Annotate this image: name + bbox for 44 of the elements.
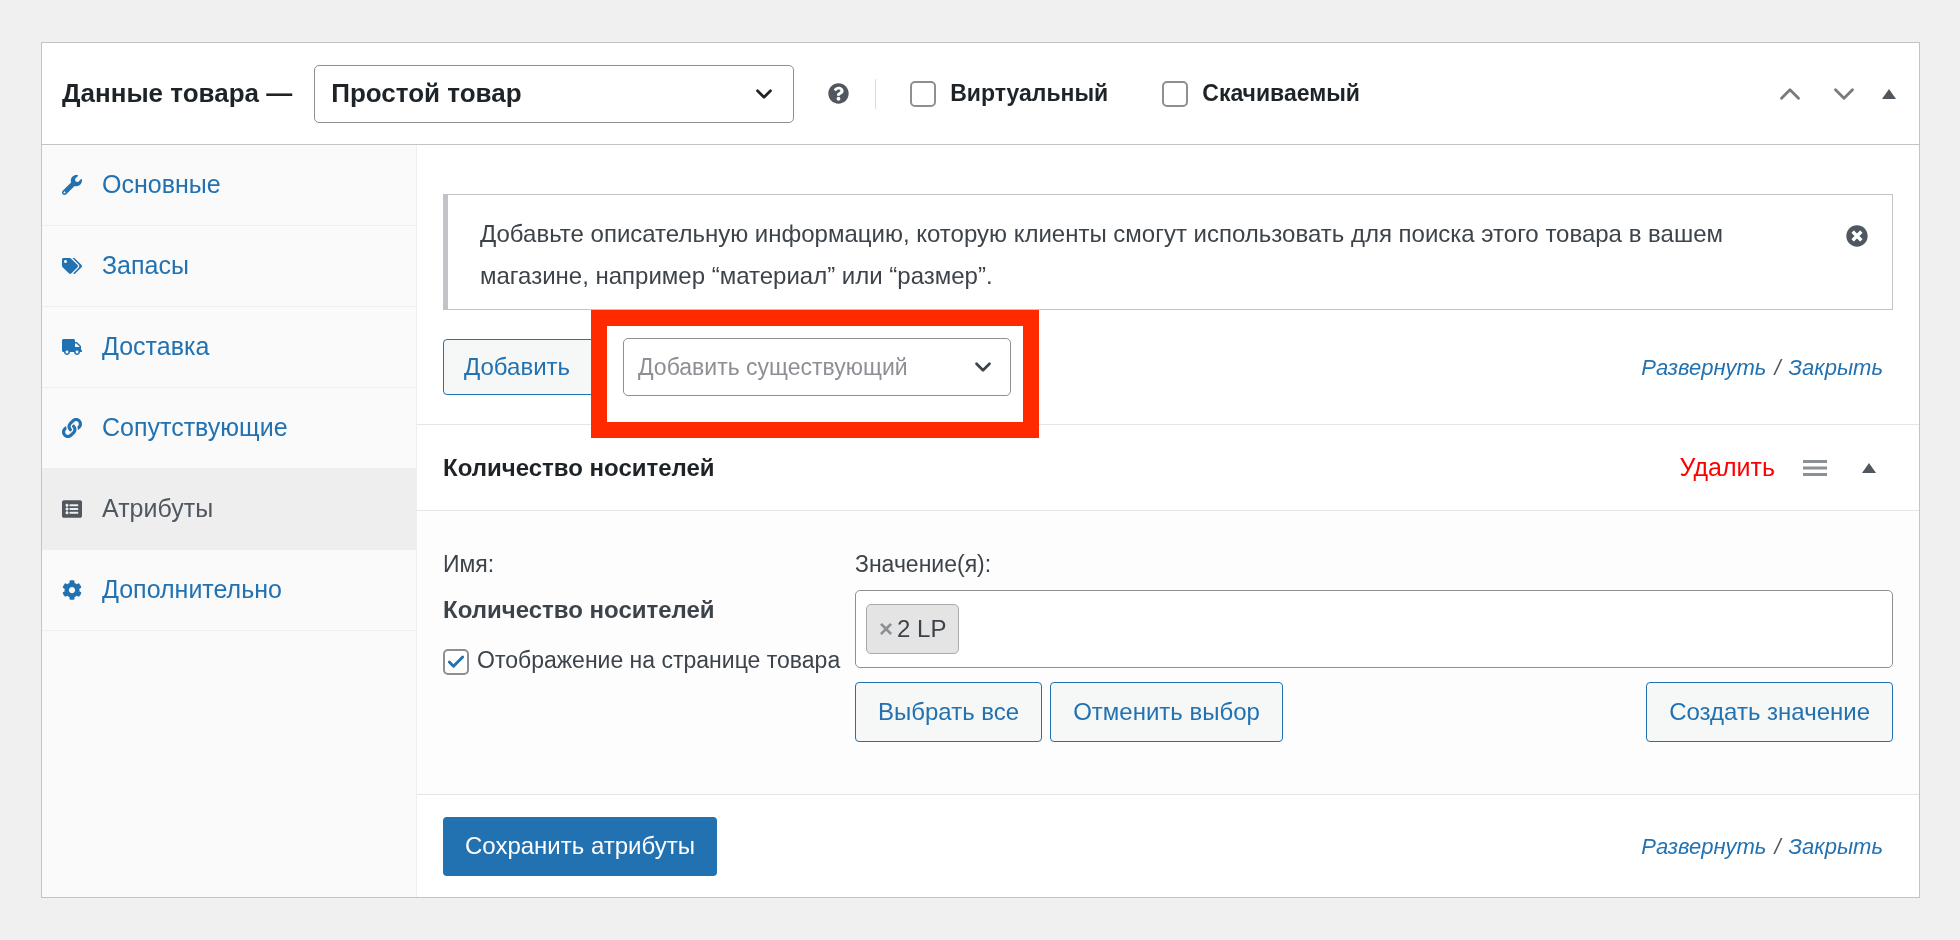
expand-link[interactable]: Развернуть	[1641, 350, 1767, 384]
notice-text: Добавьте описательную информацию, которую клиенты смогут использовать для поиска этого товара в вашем магазине, например “материал” или “размер”.	[480, 219, 1724, 291]
list-icon	[62, 499, 82, 519]
existing-attribute-select[interactable]: Добавить существующий	[623, 338, 1011, 396]
values-label: Значение(я):	[855, 550, 993, 579]
sidebar-tab[interactable]: Атрибуты	[42, 469, 416, 550]
checkbox-label: Отображение на странице товара	[477, 645, 842, 675]
attribute-title: Количество носителей	[443, 452, 715, 483]
link-separator: /	[1774, 353, 1781, 382]
wrench-icon	[62, 175, 82, 195]
drag-handle-icon[interactable]	[1803, 459, 1827, 476]
sidebar-tab[interactable]: Дополнительно	[42, 550, 416, 631]
remove-link[interactable]: Удалить	[1679, 448, 1775, 487]
value-action-button[interactable]: Выбрать все	[855, 681, 1043, 742]
sidebar-tab[interactable]: Основные	[42, 145, 416, 226]
name-label: Имя:	[443, 550, 496, 579]
value-tag: × 2 LP	[866, 603, 960, 654]
collapse-link[interactable]: Закрыть	[1788, 829, 1883, 863]
close-icon[interactable]	[1846, 225, 1868, 247]
collapse-triangle-icon[interactable]	[1881, 87, 1897, 100]
link-separator: /	[1774, 832, 1781, 861]
tag-icon	[62, 256, 82, 276]
values-field[interactable]: × 2 LP	[855, 589, 1893, 668]
sidebar-tab[interactable]: Запасы	[42, 226, 416, 307]
save-attributes-button[interactable]: Сохранить атрибуты	[443, 816, 717, 876]
sidebar-tab[interactable]: Доставка	[42, 307, 416, 388]
panel-title: Данные товара —	[62, 77, 293, 110]
checkbox[interactable]	[910, 80, 937, 107]
checkbox[interactable]	[443, 648, 469, 675]
expand-link[interactable]: Развернуть	[1641, 829, 1767, 863]
value-action-button[interactable]: Отменить выбор	[1050, 681, 1283, 742]
collapse-triangle-icon[interactable]	[1861, 461, 1877, 474]
checkbox-label: Скачиваемый	[1202, 79, 1360, 109]
remove-tag-button[interactable]: ×	[879, 610, 893, 647]
product-type-select[interactable]: Простой товар	[314, 64, 795, 123]
checkbox[interactable]	[1162, 80, 1189, 107]
attribute-name: Количество носителей	[443, 594, 716, 625]
link-icon	[62, 418, 82, 438]
help-icon[interactable]	[828, 83, 850, 104]
collapse-link[interactable]: Закрыть	[1788, 350, 1883, 384]
checkbox-label: Виртуальный	[950, 79, 1109, 109]
gear-icon	[62, 580, 82, 600]
truck-icon	[62, 337, 82, 357]
value-action-button[interactable]: Создать значение	[1646, 681, 1893, 742]
